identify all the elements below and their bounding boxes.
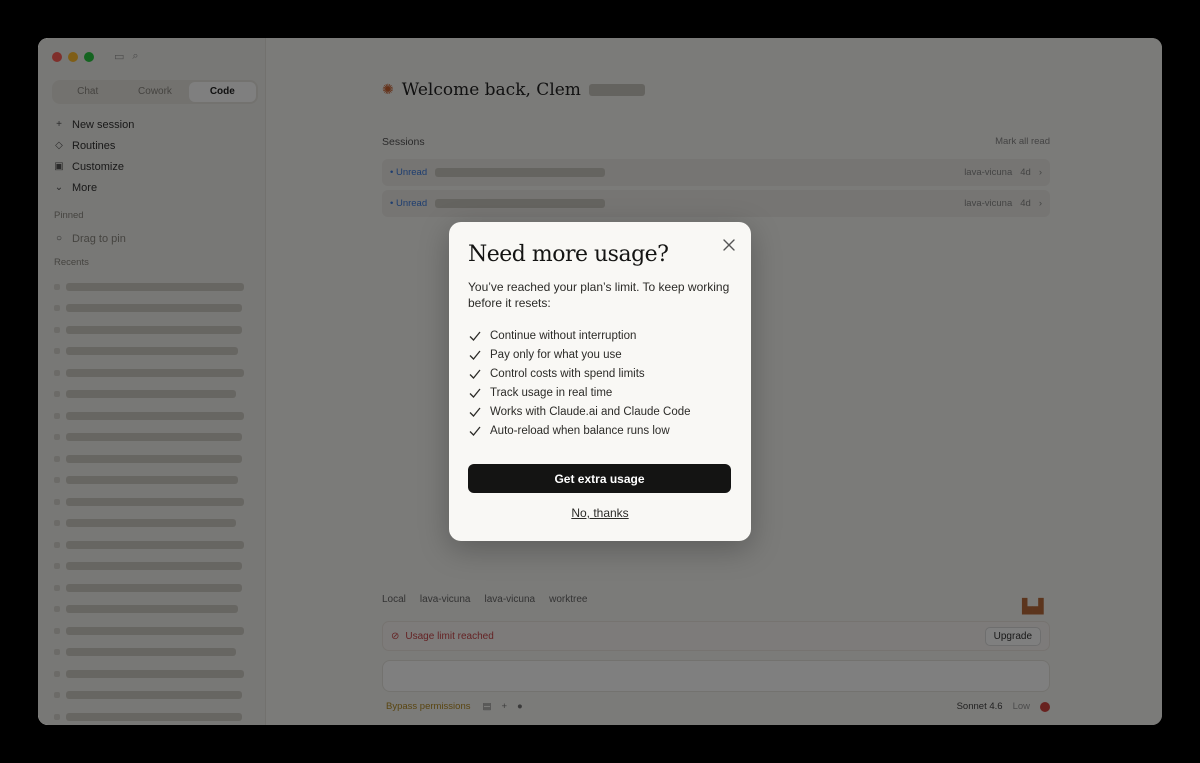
feature-item: Control costs with spend limits: [468, 364, 732, 383]
feature-list: Continue without interruption Pay only f…: [468, 326, 732, 440]
close-icon[interactable]: [721, 237, 737, 253]
dialog-title: Need more usage?: [468, 242, 669, 267]
extra-usage-dialog: Need more usage? You’ve reached your pla…: [449, 222, 751, 541]
check-icon: [469, 388, 481, 398]
feature-item: Continue without interruption: [468, 326, 732, 345]
feature-text: Control costs with spend limits: [490, 367, 645, 380]
feature-item: Track usage in real time: [468, 383, 732, 402]
feature-text: Auto-reload when balance runs low: [490, 424, 670, 437]
get-extra-usage-button[interactable]: Get extra usage: [468, 464, 731, 493]
feature-item: Auto-reload when balance runs low: [468, 421, 732, 440]
check-icon: [469, 407, 481, 417]
feature-text: Track usage in real time: [490, 386, 613, 399]
check-icon: [469, 369, 481, 379]
check-icon: [469, 426, 481, 436]
check-icon: [469, 350, 481, 360]
feature-item: Pay only for what you use: [468, 345, 732, 364]
feature-text: Pay only for what you use: [490, 348, 622, 361]
feature-item: Works with Claude.ai and Claude Code: [468, 402, 732, 421]
feature-text: Continue without interruption: [490, 329, 637, 342]
feature-text: Works with Claude.ai and Claude Code: [490, 405, 691, 418]
no-thanks-link[interactable]: No, thanks: [468, 506, 732, 520]
check-icon: [469, 331, 481, 341]
dialog-subtitle: You’ve reached your plan’s limit. To kee…: [468, 280, 730, 310]
